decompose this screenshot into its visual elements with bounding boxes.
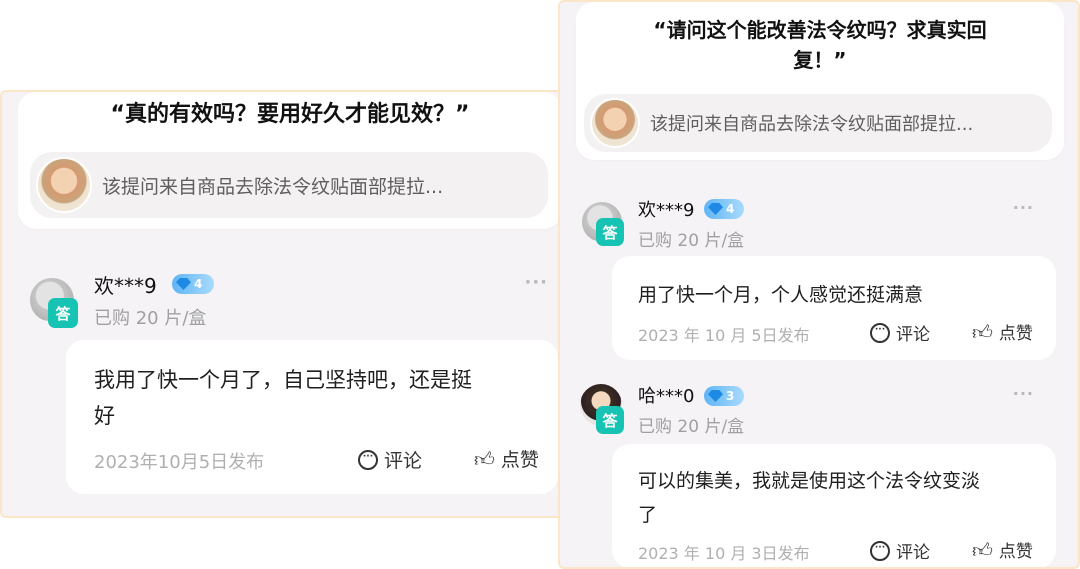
like-label: 点赞 [998, 542, 1033, 562]
more-icon[interactable]: ··· [1013, 198, 1034, 217]
thumbs-up-icon: 👍︎ [474, 446, 495, 471]
like-label: 点赞 [998, 324, 1033, 344]
post-date: 2023 年 10 月 3日发布 [638, 544, 810, 563]
answer-text: 我用了快一个月了，自己坚持吧，还是挺 [94, 368, 472, 392]
comment-button[interactable]: 评论 [870, 320, 930, 345]
level-number: 4 [194, 277, 203, 291]
question-title-line1: “请问这个能改善法令纹吗？求真实回 [653, 18, 987, 42]
diamond-icon [176, 278, 191, 290]
comment-icon [870, 540, 890, 561]
comment-icon [870, 322, 890, 343]
purchase-info: 已购 20 片/盒 [638, 417, 745, 437]
answer-badge: 答 [596, 406, 624, 434]
comment-button[interactable]: 评论 [870, 538, 930, 563]
level-number: 3 [726, 389, 735, 403]
question-source[interactable]: 该提问来自商品去除法令纹贴面部提拉... [584, 94, 1052, 152]
level-badge: 3 [704, 386, 744, 406]
qa-panel-left: “真的有效吗？要用好久才能见效？” 该提问来自商品去除法令纹贴面部提拉... 答… [0, 90, 578, 518]
answer-text: 用了快一个月，个人感觉还挺满意 [638, 284, 924, 306]
comment-label: 评论 [896, 543, 930, 563]
qa-panel-right: “请问这个能改善法令纹吗？求真实回 复！” 该提问来自商品去除法令纹贴面部提拉.… [558, 0, 1080, 569]
like-button[interactable]: 👍︎ 点赞 [474, 445, 539, 472]
answer-card[interactable]: 我用了快一个月了，自己坚持吧，还是挺 好 2023年10月5日发布 评论 👍︎ … [66, 340, 558, 494]
answer-card[interactable]: 用了快一个月，个人感觉还挺满意 2023 年 10 月 5日发布 评论 👍︎ 点… [612, 256, 1056, 360]
comment-button[interactable]: 评论 [358, 446, 422, 473]
answer-badge: 答 [48, 298, 78, 328]
comment-label: 评论 [384, 450, 423, 472]
more-icon[interactable]: ··· [524, 272, 548, 293]
question-source-text: 该提问来自商品去除法令纹贴面部提拉... [102, 175, 444, 198]
like-button[interactable]: 👍︎ 点赞 [972, 537, 1033, 563]
purchase-info: 已购 20 片/盒 [94, 308, 207, 329]
question-card[interactable]: “真的有效吗？要用好久才能见效？” 该提问来自商品去除法令纹贴面部提拉... [18, 92, 562, 229]
answer-text: 了 [638, 504, 658, 526]
like-button[interactable]: 👍︎ 点赞 [972, 319, 1033, 345]
thumbs-up-icon: 👍︎ [972, 319, 993, 344]
post-date: 2023 年 10 月 5日发布 [638, 326, 810, 345]
like-label: 点赞 [500, 449, 539, 471]
diamond-icon [708, 203, 723, 215]
post-date: 2023年10月5日发布 [94, 452, 265, 473]
thumbs-up-icon: 👍︎ [972, 537, 993, 562]
username[interactable]: 欢***9 [94, 270, 157, 299]
answer-card[interactable]: 可以的集美，我就是使用这个法令纹变淡 了 2023 年 10 月 3日发布 评论… [612, 444, 1056, 567]
purchase-info: 已购 20 片/盒 [638, 231, 745, 251]
answer-text: 好 [94, 404, 115, 428]
comment-label: 评论 [896, 325, 930, 345]
level-number: 4 [726, 202, 735, 216]
question-card[interactable]: “请问这个能改善法令纹吗？求真实回 复！” 该提问来自商品去除法令纹贴面部提拉.… [576, 2, 1064, 160]
diamond-icon [708, 390, 723, 402]
question-source-text: 该提问来自商品去除法令纹贴面部提拉... [650, 114, 974, 135]
question-source[interactable]: 该提问来自商品去除法令纹贴面部提拉... [30, 152, 548, 218]
answer-text: 可以的集美，我就是使用这个法令纹变淡 [638, 470, 981, 492]
username[interactable]: 欢***9 [638, 196, 694, 222]
product-thumbnail [36, 157, 92, 213]
question-title: “真的有效吗？要用好久才能见效？” [110, 102, 470, 127]
comment-icon [358, 449, 378, 470]
level-badge: 4 [704, 199, 744, 219]
more-icon[interactable]: ··· [1013, 384, 1034, 403]
question-title-line2: 复！” [793, 48, 847, 72]
username[interactable]: 哈***0 [638, 382, 694, 408]
level-badge: 4 [172, 274, 214, 294]
product-thumbnail [590, 98, 640, 148]
answer-badge: 答 [596, 218, 624, 246]
